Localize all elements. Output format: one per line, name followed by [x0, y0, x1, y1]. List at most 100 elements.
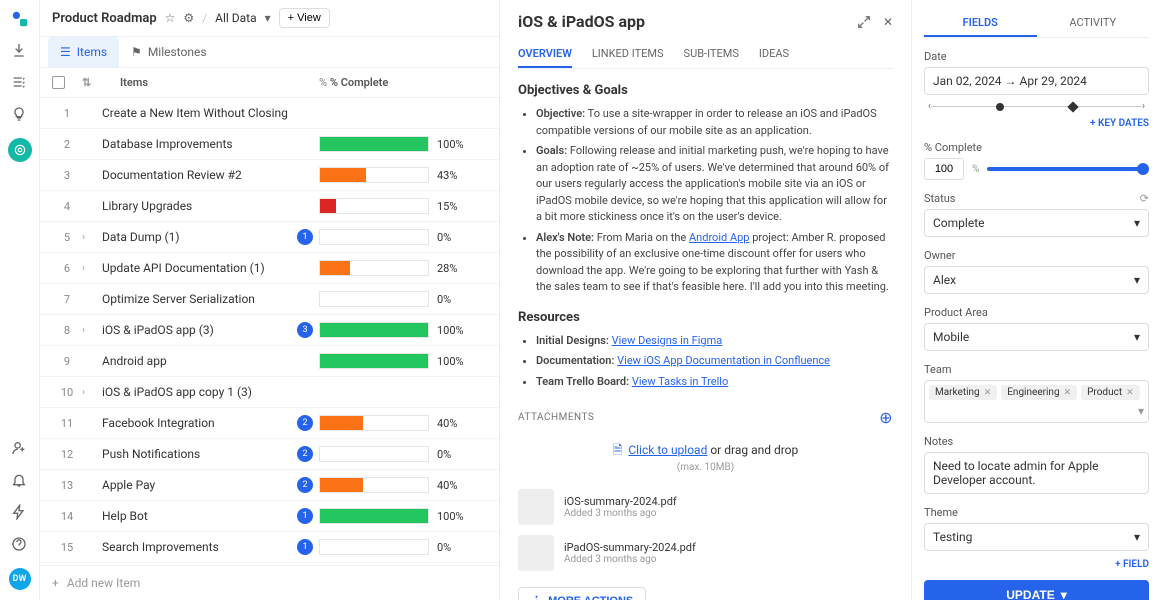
row-number: 11	[52, 417, 82, 430]
add-new-item-row[interactable]: + Add new Item	[40, 565, 499, 600]
confluence-link[interactable]: View iOS App Documentation in Confluence	[617, 354, 830, 367]
table-row[interactable]: 13 Apple Pay 2 40%	[40, 470, 499, 501]
pct-slider[interactable]	[987, 167, 1149, 171]
table-row[interactable]: 4 Library Upgrades 15%	[40, 191, 499, 222]
user-add-icon[interactable]	[11, 440, 29, 458]
tab-linked-items[interactable]: LINKED ITEMS	[592, 41, 664, 68]
pct-value: 100%	[437, 510, 464, 523]
expand-icon[interactable]: ›	[82, 263, 98, 274]
bell-icon[interactable]	[11, 472, 29, 490]
upload-dropzone[interactable]: 🗎 Click to upload or drag and drop (max.…	[518, 427, 893, 479]
table-row[interactable]: 8 › iOS & iPadOS app (3) 3 100%	[40, 315, 499, 346]
team-select[interactable]: Marketing✕ Engineering✕ Product✕ ▾	[924, 380, 1149, 423]
col-items[interactable]: Items	[102, 76, 319, 89]
row-number: 6	[52, 262, 82, 275]
remove-chip-icon[interactable]: ✕	[1126, 388, 1134, 398]
owner-select[interactable]: Alex▾	[924, 266, 1149, 294]
resource-docs: Documentation: View iOS App Documentatio…	[536, 353, 893, 370]
gear-icon[interactable]: ⚙	[183, 11, 194, 25]
table-row[interactable]: 11 Facebook Integration 2 40%	[40, 408, 499, 439]
chevron-down-icon: ▾	[1134, 273, 1140, 287]
pct-value: 40%	[437, 417, 457, 430]
remove-chip-icon[interactable]: ✕	[984, 388, 992, 398]
chevron-down-icon: ▾	[1134, 330, 1140, 344]
download-icon[interactable]	[11, 42, 29, 60]
theme-select[interactable]: Testing▾	[924, 523, 1149, 551]
tab-fields[interactable]: FIELDS	[924, 10, 1037, 37]
star-icon[interactable]: ☆	[165, 11, 176, 25]
area-select[interactable]: Mobile▾	[924, 323, 1149, 351]
tab-ideas[interactable]: IDEAS	[759, 41, 789, 68]
row-number: 15	[52, 541, 82, 554]
objectives-heading: Objectives & Goals	[518, 83, 893, 98]
chevron-down-icon: ▾	[1061, 588, 1067, 600]
upload-link[interactable]: Click to upload	[628, 443, 707, 457]
attachment-item[interactable]: iPadOS-summary-2024.pdfAdded 3 months ag…	[518, 535, 893, 571]
attachment-date: Added 3 months ago	[564, 508, 677, 519]
table-row[interactable]: 1 Create a New Item Without Closing	[40, 98, 499, 129]
chevron-right-icon[interactable]: ›	[1142, 101, 1145, 112]
android-app-link[interactable]: Android App	[689, 231, 749, 244]
tab-sub-items[interactable]: SUB-ITEMS	[684, 41, 739, 68]
update-button[interactable]: UPDATE▾	[924, 580, 1149, 600]
table-row[interactable]: 14 Help Bot 1 100%	[40, 501, 499, 532]
date-field[interactable]: Jan 02, 2024 → Apr 29, 2024	[924, 67, 1149, 95]
detail-panel: iOS & iPadOS app ✕ OVERVIEW LINKED ITEMS…	[500, 0, 1161, 600]
add-field-link[interactable]: + FIELD	[924, 559, 1149, 570]
expand-icon[interactable]: ›	[82, 232, 98, 243]
tab-activity[interactable]: ACTIVITY	[1037, 10, 1150, 37]
trello-link[interactable]: View Tasks in Trello	[632, 375, 728, 388]
sort-icon[interactable]: ⇅	[82, 76, 102, 89]
col-pct[interactable]: % Complete	[330, 76, 388, 89]
breadcrumb-bar: Product Roadmap ☆ ⚙ / All Data ▾ + View	[40, 0, 499, 37]
item-name: Documentation Review #2	[98, 168, 319, 182]
table-row[interactable]: 12 Push Notifications 2 0%	[40, 439, 499, 470]
global-nav-sidebar: DW	[0, 0, 40, 600]
add-attachment-icon[interactable]: ⊕	[879, 408, 893, 427]
attachment-item[interactable]: iOS-summary-2024.pdfAdded 3 months ago	[518, 489, 893, 525]
figma-link[interactable]: View Designs in Figma	[612, 334, 723, 347]
expand-icon[interactable]: ›	[82, 325, 98, 336]
table-row[interactable]: 10 › iOS & iPadOS app copy 1 (3)	[40, 377, 499, 408]
pct-input[interactable]	[924, 158, 964, 180]
user-avatar[interactable]: DW	[9, 568, 31, 590]
table-row[interactable]: 15 Search Improvements 1 0%	[40, 532, 499, 563]
add-view-button[interactable]: + View	[279, 8, 330, 28]
chevron-down-icon[interactable]: ▾	[265, 11, 271, 25]
row-number: 10	[52, 386, 82, 399]
tab-items[interactable]: ☰Items	[48, 37, 119, 67]
bolt-icon[interactable]	[11, 504, 29, 522]
refresh-icon[interactable]: ⟳	[1140, 192, 1149, 205]
resource-designs: Initial Designs: View Designs in Figma	[536, 333, 893, 350]
list-icon: ☰	[60, 45, 71, 59]
expand-icon[interactable]: ›	[82, 387, 98, 398]
table-row[interactable]: 6 › Update API Documentation (1) 28%	[40, 253, 499, 284]
remove-chip-icon[interactable]: ✕	[1064, 388, 1072, 398]
progress-bar	[319, 198, 429, 214]
app-logo[interactable]	[11, 10, 29, 28]
table-row[interactable]: 2 Database Improvements 100%	[40, 129, 499, 160]
chevron-down-icon: ▾	[1138, 404, 1144, 418]
notes-field[interactable]: Need to locate admin for Apple Developer…	[924, 452, 1149, 494]
table-row[interactable]: 5 › Data Dump (1) 1 0%	[40, 222, 499, 253]
table-row[interactable]: 3 Documentation Review #2 43%	[40, 160, 499, 191]
expand-icon[interactable]	[857, 15, 871, 29]
help-icon[interactable]	[11, 536, 29, 554]
lightbulb-icon[interactable]	[11, 106, 29, 124]
progress-bar	[319, 508, 429, 524]
target-icon[interactable]	[8, 138, 32, 162]
status-select[interactable]: Complete▾	[924, 209, 1149, 237]
slider-thumb[interactable]	[1137, 163, 1149, 175]
close-icon[interactable]: ✕	[883, 15, 893, 29]
tab-overview[interactable]: OVERVIEW	[518, 41, 572, 68]
view-name[interactable]: All Data	[215, 11, 257, 25]
pct-value: 100%	[437, 138, 464, 151]
table-row[interactable]: 7 Optimize Server Serialization 0%	[40, 284, 499, 315]
table-row[interactable]: 9 Android app 100%	[40, 346, 499, 377]
select-all-checkbox[interactable]	[52, 76, 65, 89]
add-key-dates-link[interactable]: + KEY DATES	[924, 118, 1149, 129]
more-actions-button[interactable]: ⋮ MORE ACTIONS	[518, 587, 646, 600]
timeline-mini[interactable]: ‹ ›	[924, 101, 1149, 112]
list-icon[interactable]	[11, 74, 29, 92]
tab-milestones[interactable]: ⚑Milestones	[119, 37, 218, 67]
